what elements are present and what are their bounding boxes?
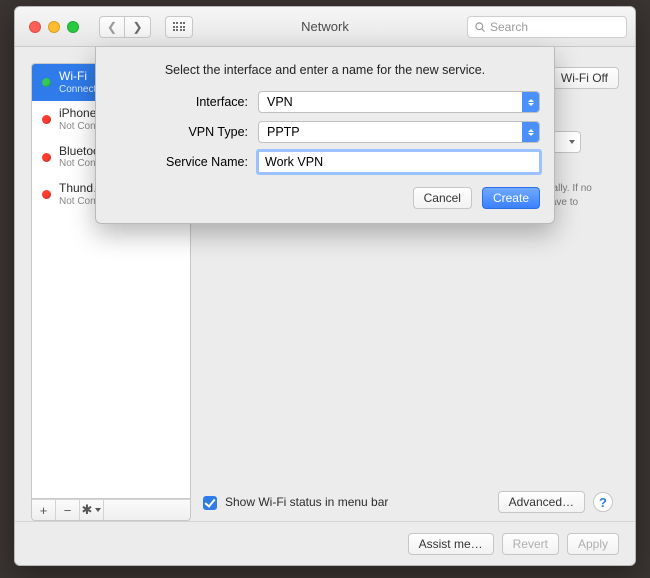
vpn-type-label: VPN Type: bbox=[110, 125, 258, 139]
interface-label: Interface: bbox=[110, 95, 258, 109]
chevron-updown-icon bbox=[522, 122, 539, 142]
service-name-input[interactable] bbox=[258, 151, 540, 173]
show-wifi-status-checkbox[interactable] bbox=[203, 496, 217, 510]
back-button[interactable]: ❮ bbox=[99, 16, 125, 38]
minimize-icon[interactable] bbox=[48, 21, 60, 33]
sheet-message: Select the interface and enter a name fo… bbox=[110, 63, 540, 77]
vpn-type-value: PPTP bbox=[267, 125, 300, 139]
titlebar: ❮ ❯ Network Search bbox=[15, 7, 635, 47]
footer: Assist me… Revert Apply bbox=[15, 521, 635, 565]
nav-buttons: ❮ ❯ bbox=[99, 16, 151, 38]
interface-value: VPN bbox=[267, 95, 293, 109]
grid-icon bbox=[173, 22, 186, 31]
create-button[interactable]: Create bbox=[482, 187, 540, 209]
sidebar-footer: + − ✱ bbox=[31, 499, 191, 521]
service-name-label: Service Name: bbox=[110, 155, 258, 169]
show-all-button[interactable] bbox=[165, 16, 193, 38]
add-service-button[interactable]: + bbox=[32, 500, 56, 520]
wifi-off-button[interactable]: Wi-Fi Off bbox=[550, 67, 619, 89]
zoom-icon[interactable] bbox=[67, 21, 79, 33]
close-icon[interactable] bbox=[29, 21, 41, 33]
revert-button[interactable]: Revert bbox=[502, 533, 559, 555]
assist-me-button[interactable]: Assist me… bbox=[408, 533, 494, 555]
search-icon bbox=[474, 21, 486, 33]
chevron-updown-icon bbox=[522, 92, 539, 112]
action-menu-button[interactable]: ✱ bbox=[80, 500, 104, 520]
remove-service-button[interactable]: − bbox=[56, 500, 80, 520]
search-placeholder: Search bbox=[490, 20, 528, 34]
new-service-sheet: Select the interface and enter a name fo… bbox=[95, 47, 555, 224]
advanced-button[interactable]: Advanced… bbox=[498, 491, 585, 513]
search-input[interactable]: Search bbox=[467, 16, 627, 38]
status-dot-icon bbox=[42, 115, 51, 124]
network-preferences-window: ❮ ❯ Network Search Wi-Fi Connected bbox=[14, 6, 636, 566]
window-controls bbox=[29, 21, 79, 33]
help-button[interactable]: ? bbox=[593, 492, 613, 512]
vpn-type-select[interactable]: PPTP bbox=[258, 121, 540, 143]
status-dot-icon bbox=[42, 78, 51, 87]
show-wifi-status-label: Show Wi-Fi status in menu bar bbox=[225, 495, 388, 509]
status-dot-icon bbox=[42, 153, 51, 162]
cancel-button[interactable]: Cancel bbox=[413, 187, 472, 209]
apply-button[interactable]: Apply bbox=[567, 533, 619, 555]
forward-button[interactable]: ❯ bbox=[125, 16, 151, 38]
interface-select[interactable]: VPN bbox=[258, 91, 540, 113]
status-dot-icon bbox=[42, 190, 51, 199]
